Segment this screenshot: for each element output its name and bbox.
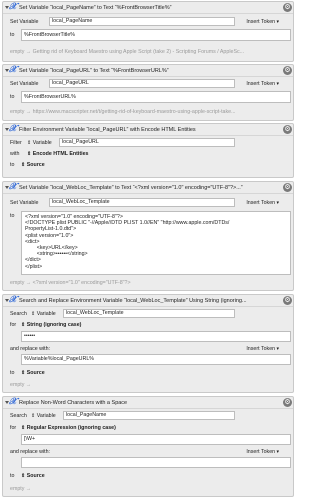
search-label: Search [10, 413, 27, 419]
variable-name-field[interactable]: local_WebLoc_Template [49, 198, 235, 207]
variable-name-field[interactable]: local_PageName [49, 17, 235, 26]
insert-token-button[interactable]: Insert Token [246, 81, 279, 87]
insert-token-button[interactable]: Insert Token [246, 449, 279, 455]
variable-name-field[interactable]: local_WebLoc_Template [63, 309, 235, 318]
to-label: to [10, 370, 15, 376]
action-result-preview: empty → [10, 486, 32, 492]
for-label: for [10, 425, 17, 431]
with-label: with [10, 151, 20, 157]
to-label: to [10, 94, 15, 100]
variable-name-field[interactable]: local_PageURL [49, 79, 235, 88]
action-header[interactable]: 𝒳 Set Variable “local_WebLoc_Template” t… [3, 182, 293, 194]
variable-type-popup[interactable]: ⇕ Variable [31, 311, 56, 317]
x-variable-icon: 𝒳 [9, 2, 17, 12]
action-header[interactable]: 𝒳 Replace Non-Word Characters with a Spa… [3, 397, 293, 409]
gear-icon[interactable]: ⚙ [283, 3, 292, 12]
search-text-field[interactable]: •••••• [21, 331, 291, 342]
action-filter-variable: 𝒳 Filter Environment Variable “local_Pag… [2, 123, 294, 178]
variable-type-popup[interactable]: ⇕ Variable [27, 140, 52, 146]
for-label: for [10, 322, 17, 328]
action-result-preview: empty → Getting rid of Keyboard Maestro … [10, 49, 245, 55]
action-title: Set Variable “local_PageName” to Text “%… [19, 5, 172, 11]
x-variable-icon: 𝒳 [9, 124, 17, 134]
action-title: Set Variable “local_PageURL” to Text “%F… [19, 68, 169, 74]
action-result-preview: empty → https://www.macscripter.net/t/ge… [10, 109, 236, 115]
x-variable-icon: 𝒳 [9, 182, 17, 192]
gear-icon[interactable]: ⚙ [283, 125, 292, 134]
x-variable-icon: 𝒳 [9, 65, 17, 75]
insert-token-button[interactable]: Insert Token [246, 200, 279, 206]
action-title: Set Variable “local_WebLoc_Template” to … [19, 185, 243, 191]
variable-name-field[interactable]: local_PageURL [59, 138, 235, 147]
replace-label: and replace with: [10, 449, 51, 455]
action-header[interactable]: 𝒳 Set Variable “local_PageURL” to Text “… [3, 65, 293, 77]
action-header[interactable]: 𝒳 Search and Replace Environment Variabl… [3, 295, 293, 307]
action-replace-non-word: 𝒳 Replace Non-Word Characters with a Spa… [2, 396, 294, 497]
insert-token-button[interactable]: Insert Token [246, 19, 279, 25]
x-variable-icon: 𝒳 [9, 295, 17, 305]
destination-popup[interactable]: ⇕ Source [21, 370, 45, 376]
action-title: Search and Replace Environment Variable … [19, 298, 247, 304]
replace-text-field[interactable]: %Variable%local_PageURL% [21, 354, 291, 365]
action-result-preview: empty → [10, 382, 32, 388]
search-label: Search [10, 311, 27, 317]
to-label: to [10, 213, 15, 219]
action-header[interactable]: 𝒳 Filter Environment Variable “local_Pag… [3, 124, 293, 136]
text-line: </plist> [25, 263, 43, 270]
to-label: to [10, 473, 15, 479]
text-field[interactable]: %FrontBrowserURL% [21, 91, 291, 103]
action-title: Filter Environment Variable “local_PageU… [19, 127, 196, 133]
gear-icon[interactable]: ⚙ [283, 398, 292, 407]
filter-label: Filter [10, 140, 22, 146]
variable-type-popup[interactable]: ⇕ Variable [31, 413, 56, 419]
action-set-variable-pagename: 𝒳 Set Variable “local_PageName” to Text … [2, 1, 294, 62]
search-mode-popup[interactable]: ⇕ String (ignoring case) [21, 322, 81, 328]
set-variable-label: Set Variable [10, 81, 39, 87]
set-variable-label: Set Variable [10, 200, 39, 206]
insert-token-button[interactable]: Insert Token [246, 346, 279, 352]
action-header[interactable]: 𝒳 Set Variable “local_PageName” to Text … [3, 2, 293, 14]
variable-name-field[interactable]: local_PageName [63, 411, 235, 420]
destination-popup[interactable]: ⇕ Source [21, 473, 45, 479]
set-variable-label: Set Variable [10, 19, 39, 25]
x-variable-icon: 𝒳 [9, 397, 17, 407]
replace-text-field[interactable] [21, 457, 291, 468]
replace-label: and replace with: [10, 346, 51, 352]
text-field[interactable]: %FrontBrowserTitle% [21, 29, 291, 41]
action-set-variable-template: 𝒳 Set Variable “local_WebLoc_Template” t… [2, 181, 294, 291]
action-set-variable-pageurl: 𝒳 Set Variable “local_PageURL” to Text “… [2, 64, 294, 121]
search-text-field[interactable]: [\W+ [21, 434, 291, 445]
gear-icon[interactable]: ⚙ [283, 296, 292, 305]
destination-popup[interactable]: ⇕ Source [21, 162, 45, 168]
action-search-replace-template: 𝒳 Search and Replace Environment Variabl… [2, 294, 294, 393]
action-result-preview: empty → <?xml version="1.0" encoding="UT… [10, 280, 131, 286]
gear-icon[interactable]: ⚙ [283, 66, 292, 75]
gear-icon[interactable]: ⚙ [283, 183, 292, 192]
text-area[interactable]: <?xml version="1.0" encoding="UTF-8"?> <… [21, 211, 291, 275]
to-label: to [10, 32, 15, 38]
search-mode-popup[interactable]: ⇕ Regular Expression (ignoring case) [21, 425, 116, 431]
to-label: to [10, 162, 15, 168]
action-title: Replace Non-Word Characters with a Space [19, 400, 128, 406]
filter-popup[interactable]: ⇕ Encode HTML Entities [27, 151, 89, 157]
